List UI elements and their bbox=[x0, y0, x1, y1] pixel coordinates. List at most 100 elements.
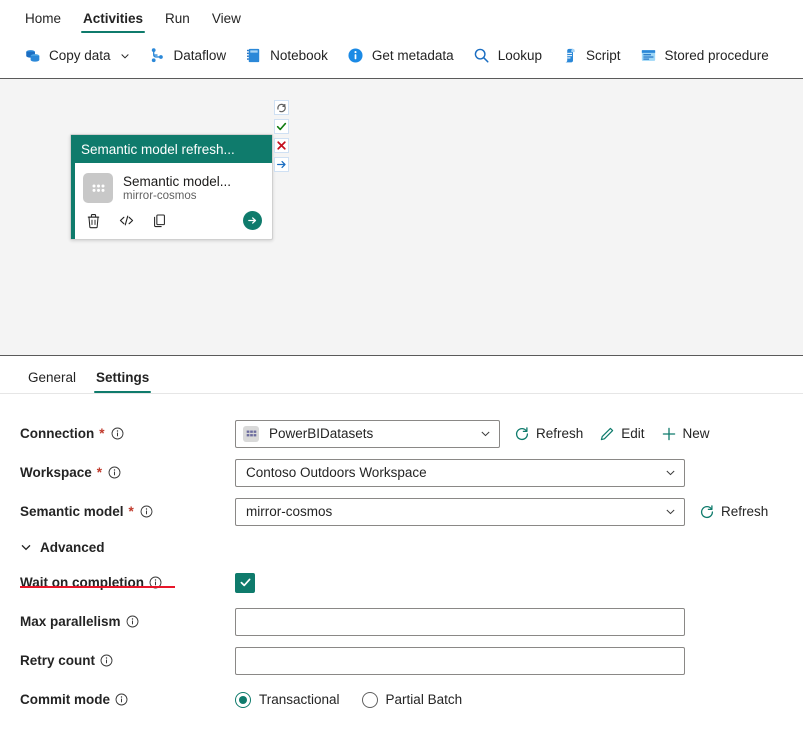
label-workspace: Workspace * bbox=[20, 465, 235, 480]
toolbar-copy-data-label: Copy data bbox=[49, 48, 111, 63]
wait-on-completion-checkbox[interactable] bbox=[235, 573, 255, 593]
toolbar-script-button[interactable]: Script bbox=[551, 41, 630, 70]
row-wait-on-completion: Wait on completion bbox=[0, 563, 803, 602]
chevron-down-icon[interactable] bbox=[665, 467, 676, 478]
toolbar-notebook-button[interactable]: Notebook bbox=[235, 41, 337, 70]
notebook-icon bbox=[244, 46, 263, 65]
label-connection-text: Connection bbox=[20, 426, 94, 441]
advanced-section-toggle[interactable]: Advanced bbox=[0, 531, 803, 563]
toolbar-stored-procedure-label: Stored procedure bbox=[665, 48, 769, 63]
semantic-model-commands: Refresh bbox=[699, 504, 768, 520]
chevron-down-icon[interactable] bbox=[480, 428, 491, 439]
connection-edit-button[interactable]: Edit bbox=[599, 426, 644, 442]
radio-selected-icon bbox=[235, 692, 251, 708]
info-icon[interactable] bbox=[98, 654, 113, 667]
row-max-parallelism: Max parallelism bbox=[0, 602, 803, 641]
dataset-icon bbox=[243, 426, 259, 442]
label-wait-on-completion-text: Wait on completion bbox=[20, 575, 144, 590]
label-retry-count: Retry count bbox=[20, 653, 235, 668]
row-semantic-model: Semantic model * mirror-cosmos bbox=[0, 492, 803, 531]
magnifier-icon bbox=[472, 46, 491, 65]
max-parallelism-input[interactable] bbox=[235, 608, 685, 636]
commit-mode-radio-group: Transactional Partial Batch bbox=[235, 692, 462, 708]
semantic-model-dropdown[interactable]: mirror-cosmos bbox=[235, 498, 685, 526]
stored-procedure-icon bbox=[639, 46, 658, 65]
on-failure-connector[interactable] bbox=[274, 138, 289, 153]
activity-card-accent-bar bbox=[71, 135, 75, 239]
connection-new-label: New bbox=[683, 426, 710, 441]
workspace-value: Contoso Outdoors Workspace bbox=[246, 465, 665, 480]
connection-edit-label: Edit bbox=[621, 426, 644, 441]
connection-refresh-label: Refresh bbox=[536, 426, 583, 441]
row-retry-count: Retry count bbox=[0, 641, 803, 680]
semantic-model-refresh-label: Refresh bbox=[721, 504, 768, 519]
semantic-model-refresh-button[interactable]: Refresh bbox=[699, 504, 768, 520]
ribbon-tab-activities[interactable]: Activities bbox=[72, 11, 154, 33]
label-max-parallelism-text: Max parallelism bbox=[20, 614, 121, 629]
chevron-down-icon[interactable] bbox=[665, 506, 676, 517]
pencil-icon bbox=[599, 426, 615, 442]
delete-icon[interactable] bbox=[85, 212, 102, 229]
toolbar-lookup-label: Lookup bbox=[498, 48, 542, 63]
connection-new-button[interactable]: New bbox=[661, 426, 710, 442]
info-icon[interactable] bbox=[106, 466, 121, 479]
chevron-down-icon[interactable] bbox=[118, 51, 130, 61]
connection-value: PowerBIDatasets bbox=[269, 426, 470, 441]
label-commit-mode-text: Commit mode bbox=[20, 692, 110, 707]
ribbon-tab-bar: Home Activities Run View bbox=[0, 0, 803, 33]
on-success-connector[interactable] bbox=[274, 119, 289, 134]
tab-general[interactable]: General bbox=[18, 370, 86, 393]
run-icon[interactable] bbox=[243, 211, 262, 230]
tab-settings[interactable]: Settings bbox=[86, 370, 159, 393]
refresh-icon bbox=[514, 426, 530, 442]
activity-card-subtitle: mirror-cosmos bbox=[123, 190, 231, 202]
toolbar-get-metadata-button[interactable]: Get metadata bbox=[337, 41, 463, 70]
ribbon-tab-home[interactable]: Home bbox=[14, 11, 72, 33]
toolbar-script-label: Script bbox=[586, 48, 621, 63]
label-retry-count-text: Retry count bbox=[20, 653, 95, 668]
on-skip-connector[interactable] bbox=[274, 157, 289, 172]
on-completion-connector[interactable] bbox=[274, 100, 289, 115]
ribbon-tab-view[interactable]: View bbox=[201, 11, 252, 33]
commit-mode-transactional-option[interactable]: Transactional bbox=[235, 692, 340, 708]
toolbar-dataflow-button[interactable]: Dataflow bbox=[139, 41, 236, 70]
radio-unselected-icon bbox=[362, 692, 378, 708]
info-icon[interactable] bbox=[147, 576, 162, 589]
toolbar-stored-procedure-button[interactable]: Stored procedure bbox=[630, 41, 778, 70]
panel-tab-bar: General Settings bbox=[0, 356, 803, 394]
activity-card-semantic-model-refresh[interactable]: Semantic model refresh... Semantic model… bbox=[70, 134, 273, 240]
copy-icon[interactable] bbox=[151, 212, 168, 229]
activity-card-body: Semantic model... mirror-cosmos bbox=[71, 163, 272, 207]
ribbon-tab-run[interactable]: Run bbox=[154, 11, 201, 33]
required-marker: * bbox=[97, 465, 102, 480]
script-icon bbox=[560, 46, 579, 65]
info-icon[interactable] bbox=[113, 693, 128, 706]
info-icon[interactable] bbox=[124, 615, 139, 628]
semantic-model-icon bbox=[83, 173, 113, 203]
activity-connector-buttons bbox=[274, 100, 289, 172]
refresh-icon bbox=[699, 504, 715, 520]
info-icon[interactable] bbox=[138, 505, 153, 518]
advanced-label: Advanced bbox=[40, 540, 105, 555]
connection-dropdown[interactable]: PowerBIDatasets bbox=[235, 420, 500, 448]
connection-commands: Refresh Edit New bbox=[514, 426, 710, 442]
dataflow-icon bbox=[148, 46, 167, 65]
connection-refresh-button[interactable]: Refresh bbox=[514, 426, 583, 442]
toolbar-copy-data-button[interactable]: Copy data bbox=[14, 41, 139, 70]
workspace-dropdown[interactable]: Contoso Outdoors Workspace bbox=[235, 459, 685, 487]
commit-mode-partial-batch-option[interactable]: Partial Batch bbox=[362, 692, 463, 708]
label-workspace-text: Workspace bbox=[20, 465, 92, 480]
commit-mode-partial-batch-label: Partial Batch bbox=[386, 692, 463, 707]
copy-data-icon bbox=[23, 46, 42, 65]
label-commit-mode: Commit mode bbox=[20, 692, 235, 707]
code-icon[interactable] bbox=[118, 212, 135, 229]
required-marker: * bbox=[129, 504, 134, 519]
info-icon[interactable] bbox=[109, 427, 124, 440]
retry-count-input[interactable] bbox=[235, 647, 685, 675]
toolbar-lookup-button[interactable]: Lookup bbox=[463, 41, 551, 70]
label-wait-on-completion: Wait on completion bbox=[20, 575, 235, 590]
pipeline-canvas[interactable]: Semantic model refresh... Semantic model… bbox=[0, 78, 803, 355]
row-connection: Connection * bbox=[0, 414, 803, 453]
toolbar-get-metadata-label: Get metadata bbox=[372, 48, 454, 63]
activities-toolbar: Copy data Dataflow Notebook bbox=[0, 33, 803, 78]
